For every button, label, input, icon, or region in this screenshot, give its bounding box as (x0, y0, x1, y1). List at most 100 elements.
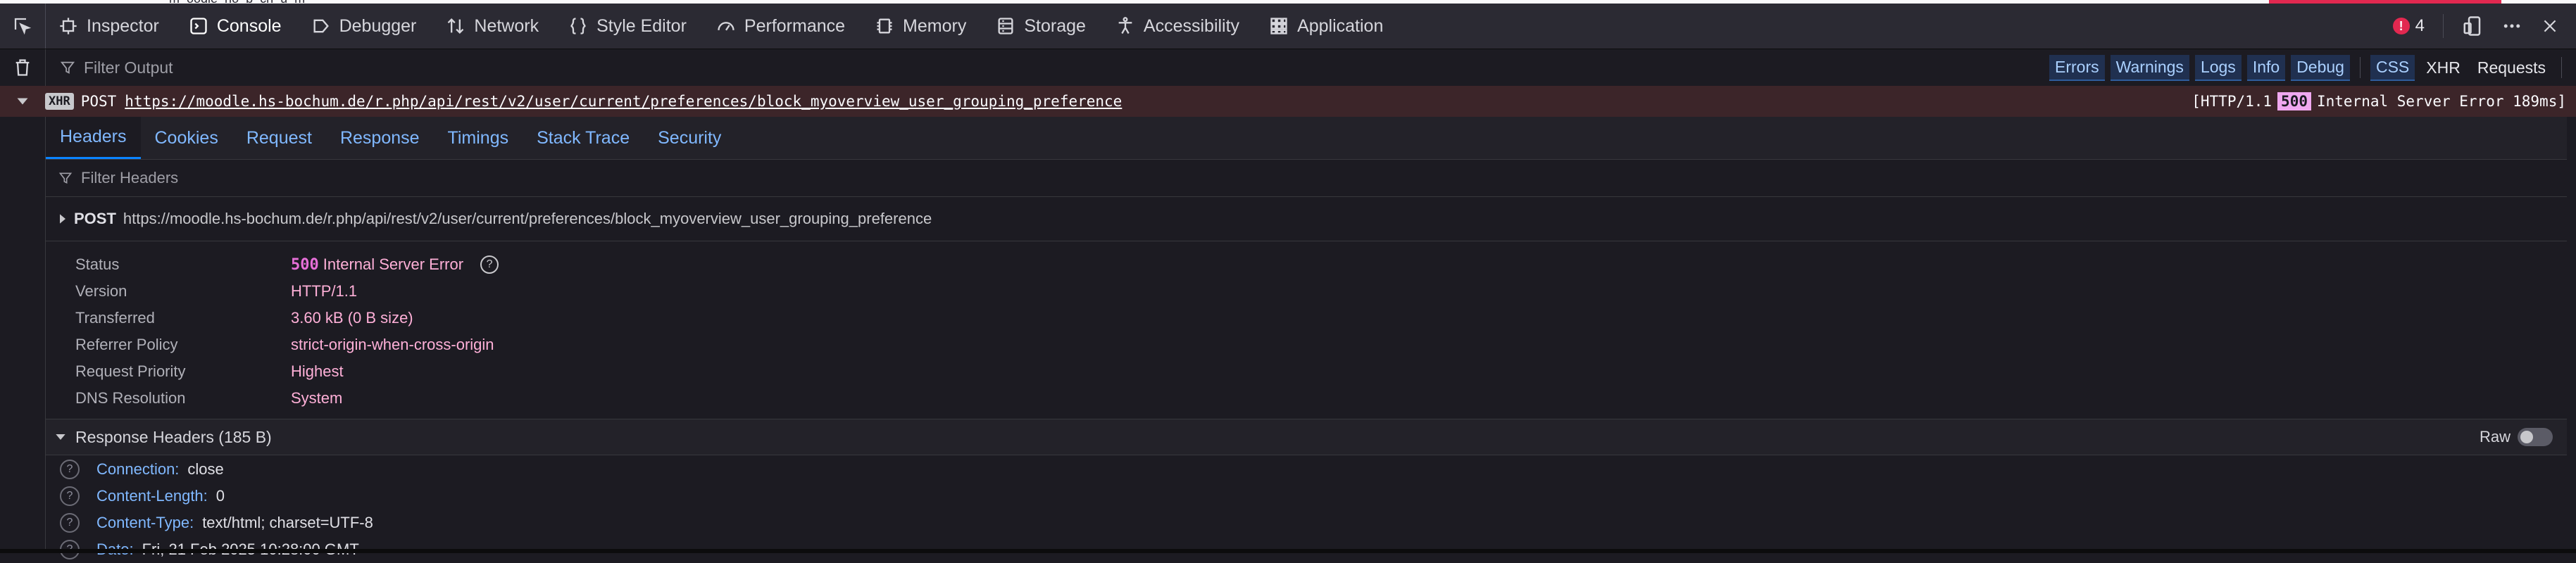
summary-table: Status 500 Internal Server Error ? Versi… (46, 241, 2567, 412)
chevron-down-icon (56, 434, 65, 440)
tab-storage[interactable]: Storage (983, 4, 1103, 49)
tab-accessibility-label: Accessibility (1143, 15, 1240, 36)
error-icon: ! (2392, 18, 2410, 34)
filter-debug[interactable]: Debug (2291, 54, 2350, 81)
element-picker-button[interactable] (0, 4, 46, 49)
filter-output-input[interactable]: Filter Output (46, 58, 2049, 77)
request-line[interactable]: POST https://moodle.hs-bochum.de/r.php/a… (46, 197, 2567, 241)
tab-response[interactable]: Response (326, 117, 434, 159)
chevron-right-icon (60, 214, 65, 224)
filter-logs[interactable]: Logs (2194, 54, 2242, 81)
tab-timings[interactable]: Timings (434, 117, 523, 159)
responsive-design-icon[interactable] (2462, 15, 2483, 37)
tab-network-label: Network (474, 15, 539, 36)
tab-style-editor-label: Style Editor (596, 15, 687, 36)
filter-divider-2 (2561, 57, 2562, 78)
xhr-status-code: 500 (2277, 92, 2311, 110)
filter-requests[interactable]: Requests (2472, 56, 2551, 80)
response-headers-title: Response Headers (185 B) (75, 427, 272, 446)
tab-accessibility[interactable]: Accessibility (1103, 4, 1256, 49)
request-details-panel: Headers Cookies Request Response Timings… (45, 117, 2567, 559)
summary-row: DNS Resolution System (46, 385, 2567, 412)
filter-warnings[interactable]: Warnings (2110, 54, 2189, 81)
summary-key: Transferred (75, 309, 155, 327)
filter-css[interactable]: CSS (2370, 54, 2415, 81)
tab-cookies[interactable]: Cookies (141, 117, 232, 159)
tab-headers[interactable]: Headers (46, 117, 141, 159)
tab-request[interactable]: Request (232, 117, 326, 159)
console-filter-bar: Filter Output Errors Warnings Logs Info … (0, 49, 2576, 87)
tab-console[interactable]: Console (176, 4, 299, 49)
toolbar-divider (2443, 14, 2444, 38)
help-icon[interactable]: ? (480, 255, 499, 274)
filter-errors[interactable]: Errors (2049, 54, 2105, 81)
toolbar-right: ! 4 (2392, 4, 2576, 49)
help-icon[interactable]: ? (60, 486, 80, 506)
status-code: 500 (291, 255, 319, 274)
close-icon[interactable] (2541, 17, 2559, 35)
header-row: ? Connection: close (46, 456, 2567, 483)
summary-row-status: Status 500 Internal Server Error ? (46, 251, 2567, 278)
devtools-toolbar: Inspector Console Debugger Network Style… (0, 4, 2576, 50)
debugger-icon (313, 19, 329, 33)
filter-icon (58, 172, 73, 184)
xhr-badge: XHR (45, 93, 74, 110)
summary-value: 500 Internal Server Error ? (291, 255, 499, 274)
raw-label: Raw (2479, 428, 2511, 445)
accessibility-icon (1118, 17, 1132, 34)
xhr-status-prefix: [HTTP/1.1 (2192, 93, 2272, 110)
details-tabs: Headers Cookies Request Response Timings… (46, 117, 2567, 160)
tab-performance[interactable]: Performance (704, 4, 862, 49)
tab-memory[interactable]: Memory (862, 4, 983, 49)
response-headers-twisty[interactable] (46, 433, 75, 441)
tab-application-label: Application (1297, 15, 1384, 36)
filter-info[interactable]: Info (2246, 54, 2286, 81)
help-icon[interactable]: ? (60, 513, 80, 533)
tab-debugger[interactable]: Debugger (299, 4, 434, 49)
response-headers-section[interactable]: Response Headers (185 B) Raw (46, 419, 2567, 455)
memory-icon (877, 18, 892, 34)
summary-value: System (291, 389, 343, 407)
tab-security[interactable]: Security (644, 117, 735, 159)
summary-value: Highest (291, 362, 344, 380)
request-method: POST (74, 210, 116, 227)
element-picker-icon (14, 18, 32, 35)
application-icon (1270, 18, 1287, 34)
summary-value: HTTP/1.1 (291, 282, 358, 300)
tab-style-editor[interactable]: Style Editor (556, 4, 704, 49)
console-icon (190, 18, 207, 34)
summary-key: Version (75, 282, 127, 300)
clear-console-button[interactable] (0, 49, 46, 86)
summary-key: DNS Resolution (75, 389, 186, 407)
xhr-status: [HTTP/1.1 500 Internal Server Error 189m… (2192, 86, 2566, 117)
chevron-down-icon (17, 98, 28, 105)
xhr-url-link[interactable]: https://moodle.hs-bochum.de/r.php/api/re… (125, 93, 1122, 110)
header-name: Content-Length: (96, 487, 208, 505)
more-options-icon[interactable] (2501, 15, 2522, 37)
tab-network[interactable]: Network (433, 4, 556, 49)
tab-stack-trace[interactable]: Stack Trace (523, 117, 644, 159)
status-text: Internal Server Error (323, 255, 464, 273)
xhr-status-suffix: Internal Server Error 189ms] (2316, 93, 2566, 110)
storage-icon (998, 18, 1013, 34)
collapse-twisty[interactable] (0, 96, 45, 106)
performance-icon (718, 22, 734, 31)
help-icon[interactable]: ? (60, 460, 80, 479)
inspector-icon (60, 18, 77, 34)
tab-performance-label: Performance (744, 15, 846, 36)
summary-value: 3.60 kB (0 B size) (291, 309, 413, 327)
tab-application[interactable]: Application (1256, 4, 1400, 49)
filter-icon (60, 61, 75, 74)
header-value: text/html; charset=UTF-8 (202, 514, 373, 531)
tab-debugger-label: Debugger (339, 15, 417, 36)
raw-toggle[interactable] (2518, 428, 2553, 446)
filter-headers-input[interactable]: Filter Headers (46, 160, 2567, 197)
summary-key: Status (75, 255, 120, 273)
filter-xhr[interactable]: XHR (2420, 56, 2466, 80)
header-value: close (187, 460, 224, 478)
error-count-button[interactable]: ! 4 (2392, 16, 2425, 36)
xhr-message-row[interactable]: XHR POST https://moodle.hs-bochum.de/r.p… (0, 86, 2576, 117)
summary-row: Transferred 3.60 kB (0 B size) (46, 305, 2567, 331)
style-editor-icon (570, 18, 586, 34)
tab-inspector[interactable]: Inspector (46, 4, 176, 49)
